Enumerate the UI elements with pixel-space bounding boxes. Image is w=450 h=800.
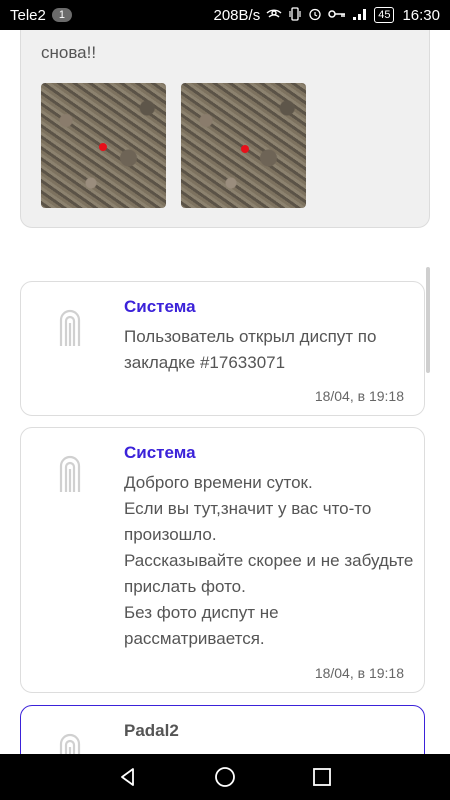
signal-icon (352, 7, 368, 24)
message-time: 18/04, в 19:18 (314, 665, 404, 681)
message-time: 18/04, в 19:18 (314, 388, 404, 404)
message-card: Padal2 (20, 705, 425, 754)
carrier-badge: 1 (51, 8, 72, 22)
photo-marker (241, 145, 249, 153)
carrier-name: Tele2 (10, 6, 46, 24)
message-author: Система (124, 443, 196, 462)
key-icon (328, 8, 346, 23)
previous-message-card: снова!! (20, 30, 430, 228)
status-bar: Tele2 1 208B/s 45 16:30 (0, 0, 450, 30)
system-avatar-icon (57, 452, 83, 492)
message-line: Без фото диспут не рассматривается. (124, 603, 279, 648)
message-text: Доброго времени суток. Если вы тут,значи… (124, 470, 414, 652)
message-line: Если вы тут,значит у вас что-то произошл… (124, 499, 372, 544)
system-avatar-icon (57, 306, 83, 346)
message-card: Система Пользователь открыл диспут по за… (20, 281, 425, 416)
wifi-hotspot-icon (266, 7, 282, 24)
vibrate-icon (288, 6, 302, 24)
navigation-bar (0, 754, 450, 800)
message-line: Рассказывайте скорее и не забудьте присл… (124, 551, 414, 596)
message-author: Padal2 (124, 721, 179, 740)
status-icons: 208B/s 45 16:30 (214, 7, 441, 24)
message-card: Система Доброго времени суток. Если вы т… (20, 427, 425, 693)
alarm-icon (308, 7, 322, 24)
message-author: Система (124, 297, 196, 316)
scrollbar-thumb[interactable] (426, 267, 430, 373)
attached-photo[interactable] (181, 83, 306, 208)
back-icon[interactable] (113, 762, 143, 792)
home-icon[interactable] (210, 762, 240, 792)
network-speed: 208B/s (213, 6, 261, 24)
user-avatar-icon (57, 730, 83, 754)
photo-marker (99, 143, 107, 151)
battery-level: 45 (374, 7, 395, 23)
chat-content[interactable]: снова!! Система Пользователь открыл дисп… (0, 30, 450, 754)
recent-apps-icon[interactable] (307, 762, 337, 792)
attached-photo[interactable] (41, 83, 166, 208)
message-text: Пользователь открыл диспут по закладке #… (124, 324, 414, 376)
message-line: Пользователь открыл диспут по закладке #… (124, 327, 377, 372)
previous-message-text: снова!! (41, 43, 97, 62)
message-line: Доброго времени суток. (124, 473, 313, 492)
clock: 16:30 (402, 6, 440, 24)
